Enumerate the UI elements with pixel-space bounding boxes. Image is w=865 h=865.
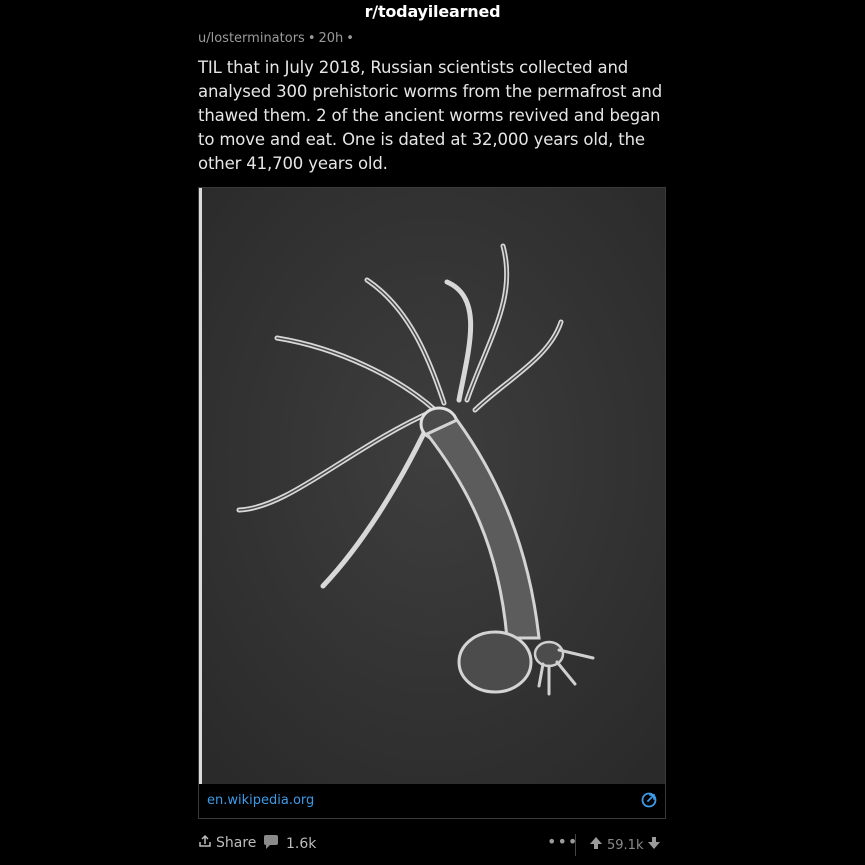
comments-button[interactable]: 1.6k <box>262 834 316 854</box>
meta-separator: • <box>307 31 316 46</box>
meta-separator: • <box>346 31 354 46</box>
post: u/losterminators • 20h • TIL that in July 2… <box>198 30 666 176</box>
hydra-image[interactable] <box>199 188 665 784</box>
upvote-icon[interactable] <box>589 836 603 854</box>
share-button[interactable]: Share <box>198 834 256 852</box>
post-actions: Share 1.6k ••• 59.1k <box>198 830 666 858</box>
share-icon <box>198 834 212 852</box>
external-link-icon[interactable] <box>641 792 657 808</box>
comment-icon <box>262 834 280 854</box>
subreddit-title[interactable]: r/todayilearned <box>0 2 865 21</box>
downvote-icon[interactable] <box>647 836 661 854</box>
post-title[interactable]: TIL that in July 2018, Russian scientist… <box>198 56 668 176</box>
link-preview[interactable]: en.wikipedia.org <box>198 187 666 819</box>
share-label: Share <box>216 835 257 851</box>
comment-count: 1.6k <box>286 836 317 852</box>
more-options-icon[interactable]: ••• <box>547 832 578 851</box>
author-link[interactable]: u/losterminators <box>198 31 305 46</box>
vote-controls: 59.1k <box>589 836 661 854</box>
vote-count: 59.1k <box>607 837 644 853</box>
link-bar[interactable]: en.wikipedia.org <box>199 784 665 818</box>
post-meta: u/losterminators • 20h • <box>198 30 666 48</box>
action-divider <box>575 834 576 856</box>
post-age: 20h <box>318 31 344 46</box>
link-domain[interactable]: en.wikipedia.org <box>207 793 314 808</box>
